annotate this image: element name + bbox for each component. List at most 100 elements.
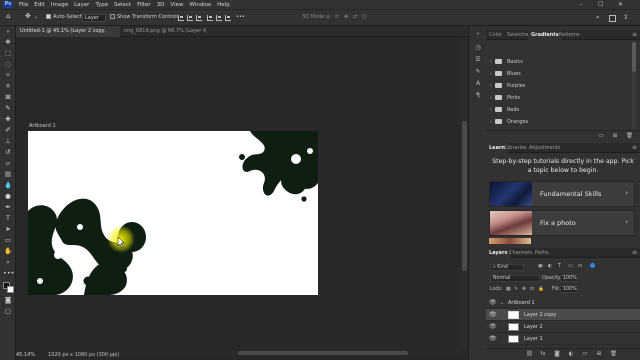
menu-help[interactable]: Help xyxy=(217,2,230,8)
layer-filter-kind-dropdown[interactable]: ⌕ Kind xyxy=(490,264,524,271)
collapse-panels-icon[interactable]: « xyxy=(474,30,482,38)
align-middle-icon[interactable] xyxy=(216,15,222,21)
eye-icon[interactable]: 👁 xyxy=(489,321,497,333)
filter-pixel-icon[interactable]: ▣ xyxy=(538,264,543,269)
panel-menu-icon[interactable]: ≡ xyxy=(632,143,637,153)
menu-3d[interactable]: 3D xyxy=(157,2,165,8)
lock-position-icon[interactable]: ✥ xyxy=(522,287,526,292)
align-center-icon[interactable] xyxy=(187,15,193,21)
zoom-tool-icon[interactable]: ⌕ xyxy=(3,258,13,267)
healing-brush-tool-icon[interactable]: ✚ xyxy=(3,115,13,124)
hand-tool-icon[interactable]: ✋ xyxy=(3,247,13,256)
frame-tool-icon[interactable]: ⊠ xyxy=(3,93,13,102)
menu-image[interactable]: Image xyxy=(51,2,68,8)
tab-patterns[interactable]: Patterns xyxy=(556,30,583,40)
move-tool-icon[interactable]: ✥ xyxy=(3,38,13,47)
magic-wand-tool-icon[interactable]: ✧ xyxy=(3,71,13,80)
path-selection-tool-icon[interactable]: ➤ xyxy=(3,225,13,234)
trash-icon[interactable]: 🗑 xyxy=(610,351,617,357)
crop-tool-icon[interactable]: ⌗ xyxy=(3,82,13,91)
menu-type[interactable]: Type xyxy=(95,2,108,8)
new-gradient-icon[interactable]: ⊞ xyxy=(612,133,618,139)
auto-select-target-dropdown[interactable]: Layer xyxy=(82,14,106,22)
eraser-tool-icon[interactable]: ▱ xyxy=(3,159,13,168)
brush-tool-icon[interactable]: ✐ xyxy=(3,126,13,135)
quick-mask-icon[interactable]: ◙ xyxy=(3,296,13,305)
eyedropper-tool-icon[interactable]: ✎ xyxy=(3,104,13,113)
link-layers-icon[interactable]: ⛓ xyxy=(526,351,533,357)
align-top-icon[interactable] xyxy=(207,15,213,21)
align-bottom-icon[interactable] xyxy=(225,15,231,21)
menu-window[interactable]: Window xyxy=(189,2,211,8)
search-icon[interactable]: ⌕ xyxy=(596,13,600,22)
layer-row-layer-2[interactable]: 👁 Layer 2 xyxy=(486,321,640,333)
lock-image-icon[interactable]: ✎ xyxy=(514,287,518,292)
tab-channels[interactable]: Channels xyxy=(506,248,535,258)
more-tools-icon[interactable]: ••• xyxy=(3,269,15,278)
3d-slide-icon[interactable]: ⇄ xyxy=(353,14,357,20)
pen-tool-icon[interactable]: ✒ xyxy=(3,203,13,212)
3d-roll-icon[interactable]: ⟳ xyxy=(335,14,339,20)
horizontal-scroll-thumb[interactable] xyxy=(238,351,408,355)
menu-view[interactable]: View xyxy=(170,2,183,8)
type-tool-icon[interactable]: T xyxy=(3,214,13,223)
learn-card-fundamental-skills[interactable]: Fundamental Skills › xyxy=(489,181,635,207)
gradient-folder-reds[interactable]: › Reds xyxy=(490,104,635,116)
artboard-1[interactable] xyxy=(28,131,318,295)
trash-icon[interactable]: 🗑 xyxy=(626,133,633,139)
properties-panel-icon[interactable]: ☰ xyxy=(474,56,482,64)
show-transform-checkbox[interactable]: Show Transform Controls xyxy=(110,14,179,20)
background-color-swatch[interactable] xyxy=(7,286,14,293)
gradient-folder-oranges[interactable]: › Oranges xyxy=(490,116,635,128)
zoom-level[interactable]: 45.14% xyxy=(16,352,35,358)
minimize-button[interactable]: – xyxy=(580,1,583,8)
document-info[interactable]: 1920 px x 1080 px (300 ppi) xyxy=(48,350,138,360)
more-options-icon[interactable]: ••• xyxy=(236,14,245,20)
layer-style-icon[interactable]: fx xyxy=(540,351,546,357)
filter-type-icon[interactable]: T xyxy=(558,264,561,269)
eye-icon[interactable]: 👁 xyxy=(489,297,497,309)
3d-pan-icon[interactable]: ✥ xyxy=(344,14,348,20)
3d-scale-icon[interactable]: ◫ xyxy=(362,14,367,20)
gradient-folder-basics[interactable]: › Basics xyxy=(490,56,635,68)
menu-layer[interactable]: Layer xyxy=(74,2,89,8)
clone-stamp-tool-icon[interactable]: ⊥ xyxy=(3,137,13,146)
lock-transparent-icon[interactable]: ▦ xyxy=(506,287,511,292)
menu-select[interactable]: Select xyxy=(114,2,131,8)
adjustment-layer-icon[interactable]: ◐ xyxy=(568,351,574,357)
align-right-icon[interactable] xyxy=(196,15,202,21)
tab-untitled-1[interactable]: Untitled-1 @ 45.1% (Layer 2 copy, RGB/8)… xyxy=(16,26,120,45)
filter-adjustment-icon[interactable]: ◐ xyxy=(548,264,552,269)
screen-mode-icon[interactable]: ▢ xyxy=(3,307,13,316)
share-icon[interactable]: ⇪ xyxy=(623,13,628,21)
paragraph-panel-icon[interactable]: ¶ xyxy=(474,92,482,100)
vertical-scroll-thumb[interactable] xyxy=(462,121,467,271)
fill-input[interactable]: 100% xyxy=(560,286,578,293)
add-mask-icon[interactable]: ◙ xyxy=(554,351,560,357)
tab-img-6819[interactable]: img_6819.png @ 66.7% (Layer 4, RGB/8) *× xyxy=(120,26,224,45)
new-layer-icon[interactable]: ⊞ xyxy=(596,351,602,357)
chevron-down-icon[interactable]: ⌄ xyxy=(500,297,504,309)
blend-mode-dropdown[interactable]: Normal xyxy=(490,275,540,282)
home-icon[interactable]: ⌂ xyxy=(6,12,10,20)
layer-row-layer-1[interactable]: 👁 Layer 1 xyxy=(486,333,640,345)
layer-row-artboard[interactable]: 👁 ⌄ Artboard 1 xyxy=(486,297,640,309)
learn-card-fix-a-photo[interactable]: Fix a photo › xyxy=(489,210,635,236)
layer-row-layer-2-copy[interactable]: 👁 Layer 2 copy xyxy=(486,309,640,321)
3d-orbit-icon[interactable]: ◎ xyxy=(326,14,330,20)
blur-tool-icon[interactable]: 💧 xyxy=(3,181,13,190)
tab-adjustments[interactable]: Adjustments xyxy=(526,143,563,153)
lock-artboard-icon[interactable]: ⊡ xyxy=(530,287,534,292)
panel-menu-icon[interactable]: ≡ xyxy=(632,248,637,258)
workspace-icon[interactable] xyxy=(609,15,616,22)
filter-smart-object-icon[interactable]: ⊡ xyxy=(578,264,582,269)
gradient-folder-blues[interactable]: › Blues xyxy=(490,68,635,80)
opacity-input[interactable]: 100% xyxy=(560,275,578,282)
character-panel-icon[interactable]: A xyxy=(474,80,482,88)
gradient-folder-pinks[interactable]: › Pinks xyxy=(490,92,635,104)
maximize-button[interactable]: ☐ xyxy=(598,1,603,8)
filter-toggle-icon[interactable] xyxy=(590,263,595,268)
lasso-tool-icon[interactable]: ◌ xyxy=(3,60,13,69)
tab-color[interactable]: Color xyxy=(486,30,505,40)
lock-all-icon[interactable]: 🔒 xyxy=(538,287,544,292)
